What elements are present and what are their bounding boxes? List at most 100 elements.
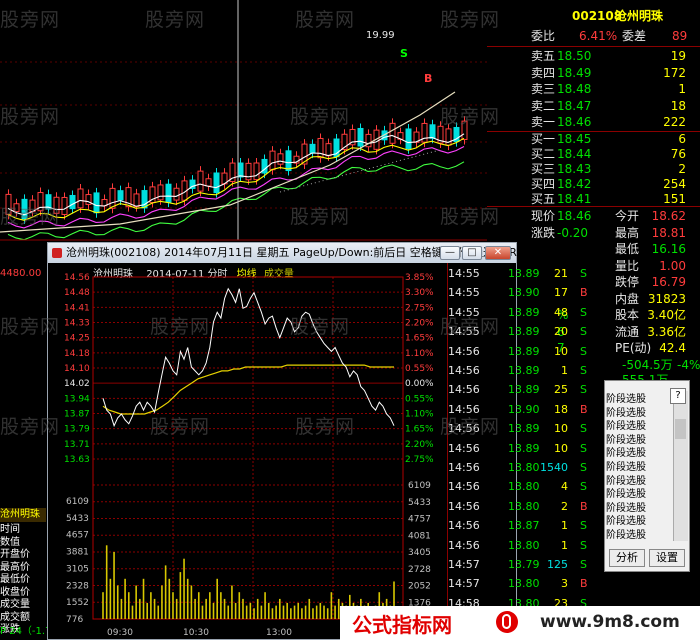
stat-label-left: 现价 (531, 209, 556, 223)
tick-price: 13.89 (508, 305, 540, 319)
analyze-button[interactable]: 分析 (609, 549, 645, 567)
price-tick-label: 13.79 (64, 425, 90, 435)
kline-candle (325, 143, 332, 157)
banner-left-text: 公式指标网 (352, 613, 452, 637)
intraday-window[interactable]: 沧州明珠(002108) 2014年07月11日 星期五 PageUp/Down… (47, 242, 588, 640)
tick-row[interactable]: 14:55 13.90 17 B (448, 284, 598, 301)
tick-direction: S (580, 325, 587, 339)
tick-row[interactable]: 14:56 13.90 18 B (448, 401, 598, 418)
tick-row[interactable]: 14:56 13.89 10 S (448, 343, 598, 360)
volume-tick-label: 4081 (408, 531, 431, 541)
ask-volume: 1 (678, 82, 686, 96)
kline-candle (69, 194, 76, 210)
tick-row[interactable]: 14:56 13.80 4 S (448, 478, 598, 495)
volume-tick-label: 2728 (408, 565, 431, 575)
intraday-chart[interactable]: 14.56 14.48 14.41 14.33 14.25 14.18 14.10 14.02… (48, 263, 448, 639)
minimize-button[interactable]: — (440, 246, 460, 260)
tick-time: 14:56 (448, 538, 480, 552)
menu-item-stage-select[interactable]: 阶段选股 (605, 488, 672, 503)
menu-item-stage-select[interactable]: 阶段选股 (605, 461, 672, 475)
menu-item-stage-select[interactable]: 阶段选股 (605, 529, 672, 543)
selection-menu[interactable]: 阶段选股 阶段选股 阶段选股 阶段选股 阶段选股 阶段选股 阶段选股 阶段选股 阶段选股 阶段选股… (604, 380, 690, 572)
tick-price: 13.89 (508, 344, 540, 358)
tick-direction: B (580, 577, 588, 591)
tick-row[interactable]: 14:56 13.80 2 B (448, 498, 598, 515)
help-icon[interactable]: ? (670, 388, 686, 404)
stat-value-right: 1.00 (659, 258, 686, 273)
stat-label-right: 股本 (615, 308, 640, 322)
ask-row[interactable]: 卖一 18.46 222 (487, 114, 700, 131)
menu-item-stage-select[interactable]: 阶段选股 (605, 501, 672, 516)
tick-row[interactable]: 14:56 13.89 10 S (448, 440, 598, 457)
ask-row[interactable]: 卖三 18.48 1 (487, 81, 700, 98)
tick-volume: 125 (547, 558, 568, 571)
kline-candle (117, 190, 124, 201)
tick-direction: B (580, 402, 588, 416)
menu-item-stage-select[interactable]: 阶段选股 (605, 447, 672, 462)
tick-volume: 17 (554, 286, 568, 300)
ask-price: 18.49 (557, 65, 592, 80)
tick-price: 13.89 (508, 383, 540, 397)
menu-item-stage-select[interactable]: 阶段选股 (605, 393, 672, 407)
tick-row[interactable]: 14:56 13.80 1540 S (448, 459, 598, 476)
ask-row[interactable]: 卖五 18.50 19 (487, 48, 700, 65)
sidebar-field-label: 成交量 (0, 599, 30, 610)
window-titlebar[interactable]: 沧州明珠(002108) 2014年07月11日 星期五 PageUp/Down… (48, 243, 521, 263)
volume-tick-label-left: 5433 (66, 514, 89, 524)
price-tick-label: 13.71 (64, 440, 90, 450)
stat-row: 涨跌 -0.20 最高 18.81 (487, 225, 700, 242)
ask-row[interactable]: 卖四 18.49 172 (487, 65, 700, 82)
menu-item-stage-select[interactable]: 阶段选股 (605, 515, 672, 530)
ask-row[interactable]: 卖二 18.47 18 (487, 98, 700, 115)
tick-row[interactable]: 14:56 13.87 1 S (448, 517, 598, 534)
menu-scrollbar[interactable] (673, 391, 688, 541)
kline-candle (13, 203, 20, 213)
stat-value-right: 16.16 (651, 242, 686, 256)
tick-row[interactable]: 14:55 13.89 20 S (448, 323, 598, 340)
menu-item-stage-select[interactable]: 阶段选股 (605, 433, 672, 448)
stat-value-right: 3.40亿 (647, 308, 686, 322)
maximize-button[interactable]: □ (462, 246, 482, 260)
kline-candle (277, 153, 284, 165)
tick-volume: 25 (554, 383, 568, 397)
menu-item-stage-select[interactable]: 阶段选股 (605, 474, 672, 489)
stat-label-right: PE(动) (615, 341, 652, 355)
tick-row[interactable]: 14:56 13.89 10 S (448, 420, 598, 437)
weicha-value: 89 (672, 29, 688, 43)
settings-button[interactable]: 设置 (649, 549, 685, 567)
kline-candle (213, 172, 220, 194)
price-tick-label: 14.25 (64, 334, 90, 344)
tick-list[interactable]: 14:55 13.89 21 S 14:55 13.90 17 B 14:55 13.89 48 S 1… (448, 263, 608, 639)
tick-time: 14:56 (448, 519, 480, 533)
tick-time: 14:57 (448, 577, 480, 591)
ask-price: 18.48 (557, 82, 592, 96)
tick-time: 14:55 (448, 325, 480, 339)
stat-label-right: 内盘 (615, 291, 640, 306)
tick-row[interactable]: 14:57 13.80 3 B (448, 575, 598, 592)
kline-candle (205, 178, 212, 187)
tick-row[interactable]: 14:56 13.89 25 S (448, 381, 598, 398)
menu-item-stage-select[interactable]: 阶段选股 (605, 406, 672, 421)
tick-row[interactable]: 14:55 13.89 48 S (448, 304, 598, 321)
volume-tick-label: 2052 (408, 582, 431, 592)
ask-price: 18.50 (557, 49, 592, 63)
tick-row[interactable]: 14:55 13.89 21 S (448, 265, 598, 282)
data-sidebar: 沧州明珠 时间 数值 开盘价 最高价 最低价 收盘价 成交量 成交额 涨跌 (0, 508, 46, 638)
tick-row[interactable]: 14:57 13.79 125 S (448, 556, 598, 573)
kline-candle (269, 150, 276, 171)
weicha-label: 委差 (622, 29, 647, 43)
kline-candle (389, 122, 396, 144)
tick-row[interactable]: 14:56 13.80 1 S (448, 537, 598, 554)
banner-logo-icon (496, 611, 518, 633)
tick-row[interactable]: 14:56 13.89 1 S (448, 362, 598, 379)
volume-tick-label: 3405 (408, 548, 431, 558)
tick-direction: S (580, 480, 587, 494)
tick-direction: S (580, 305, 587, 319)
menu-item-stage-select[interactable]: 阶段选股 (605, 420, 672, 435)
ask-label: 卖一 (531, 115, 556, 129)
price-tick-label: 13.94 (64, 394, 90, 404)
volume-tick-label: 4757 (408, 515, 431, 525)
close-button[interactable]: ✕ (485, 246, 511, 260)
kline-candle (253, 162, 260, 181)
high-marker: 19.99 (366, 30, 395, 41)
